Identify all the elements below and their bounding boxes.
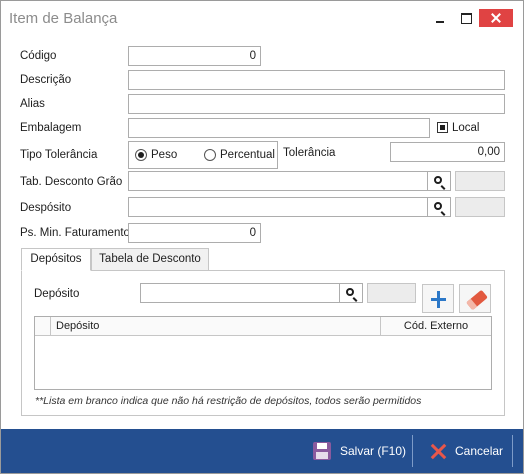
title-bar[interactable]: Item de Balança — [1, 1, 523, 35]
tolerancia-input[interactable]: 0,00 — [390, 142, 505, 162]
save-button[interactable]: Salvar (F10) — [313, 433, 407, 469]
descricao-input[interactable] — [128, 70, 505, 90]
deposito-search-button[interactable] — [428, 197, 451, 217]
close-button[interactable] — [479, 9, 513, 27]
deposito-label: Despósito — [20, 202, 72, 214]
codigo-input[interactable]: 0 — [128, 46, 261, 66]
minimize-button[interactable] — [427, 9, 453, 27]
save-icon — [313, 442, 331, 460]
footer-separator — [412, 435, 413, 467]
tab-desconto-grao-label: Tab. Desconto Grão — [20, 176, 123, 188]
deposito-input[interactable] — [128, 197, 428, 217]
row-indicator-header — [35, 317, 51, 336]
search-icon — [434, 202, 442, 210]
tab-tabela-de-desconto[interactable]: Tabela de Desconto — [91, 248, 209, 271]
peso-radio[interactable] — [135, 149, 147, 161]
tab-desconto-grao-input[interactable] — [128, 171, 428, 191]
cancel-button-label: Cancelar — [455, 444, 504, 458]
cancel-button[interactable]: Cancelar — [427, 433, 509, 469]
add-deposito-button[interactable] — [422, 284, 454, 313]
percentual-radio-label[interactable]: Percentual — [220, 149, 275, 161]
percentual-radio[interactable] — [204, 149, 216, 161]
peso-radio-label[interactable]: Peso — [151, 149, 177, 161]
embalagem-input[interactable] — [128, 118, 430, 138]
maximize-button[interactable] — [453, 9, 479, 27]
tipo-tolerancia-radio-group: Peso Percentual — [128, 141, 278, 169]
tab-deposito-search-button[interactable] — [340, 283, 363, 303]
column-header-cod-externo[interactable]: Cód. Externo — [381, 317, 491, 336]
column-header-deposito[interactable]: Depósito — [51, 317, 381, 336]
close-icon — [429, 442, 447, 460]
tab-deposito-label: Depósito — [34, 288, 80, 300]
footer-bar: Salvar (F10) Cancelar — [1, 429, 523, 473]
deposito-code — [455, 197, 505, 217]
ps-min-faturamento-input[interactable]: 0 — [128, 223, 261, 243]
window-title: Item de Balança — [9, 10, 118, 27]
tab-desconto-grao-search-button[interactable] — [428, 171, 451, 191]
descricao-label: Descrição — [20, 74, 72, 86]
clear-deposito-button[interactable] — [459, 284, 491, 313]
ps-min-faturamento-label: Ps. Min. Faturamento — [20, 227, 130, 239]
tab-desconto-grao-code — [455, 171, 505, 191]
tipo-tolerancia-label: Tipo Tolerância — [20, 149, 98, 161]
tolerancia-label: Tolerância — [283, 147, 336, 159]
embalagem-label: Embalagem — [20, 122, 82, 134]
depositos-note: **Lista em branco indica que não há rest… — [35, 395, 422, 407]
local-checkbox[interactable] — [437, 122, 448, 133]
footer-separator-right — [512, 435, 513, 467]
tab-deposito-code — [367, 283, 416, 303]
alias-label: Alias — [20, 98, 45, 110]
tab-depositos[interactable]: Depósitos — [21, 248, 91, 271]
local-checkbox-label[interactable]: Local — [452, 122, 480, 134]
dialog-window: Item de Balança Código 0 Descrição Alias… — [0, 0, 524, 474]
eraser-icon — [466, 289, 488, 311]
alias-input[interactable] — [128, 94, 505, 114]
depositos-grid[interactable]: Depósito Cód. Externo — [34, 316, 492, 390]
search-icon — [346, 288, 354, 296]
save-button-label: Salvar (F10) — [340, 444, 407, 458]
tab-deposito-input[interactable] — [140, 283, 340, 303]
search-icon — [434, 176, 442, 184]
codigo-label: Código — [20, 50, 57, 62]
grid-header: Depósito Cód. Externo — [35, 317, 491, 336]
